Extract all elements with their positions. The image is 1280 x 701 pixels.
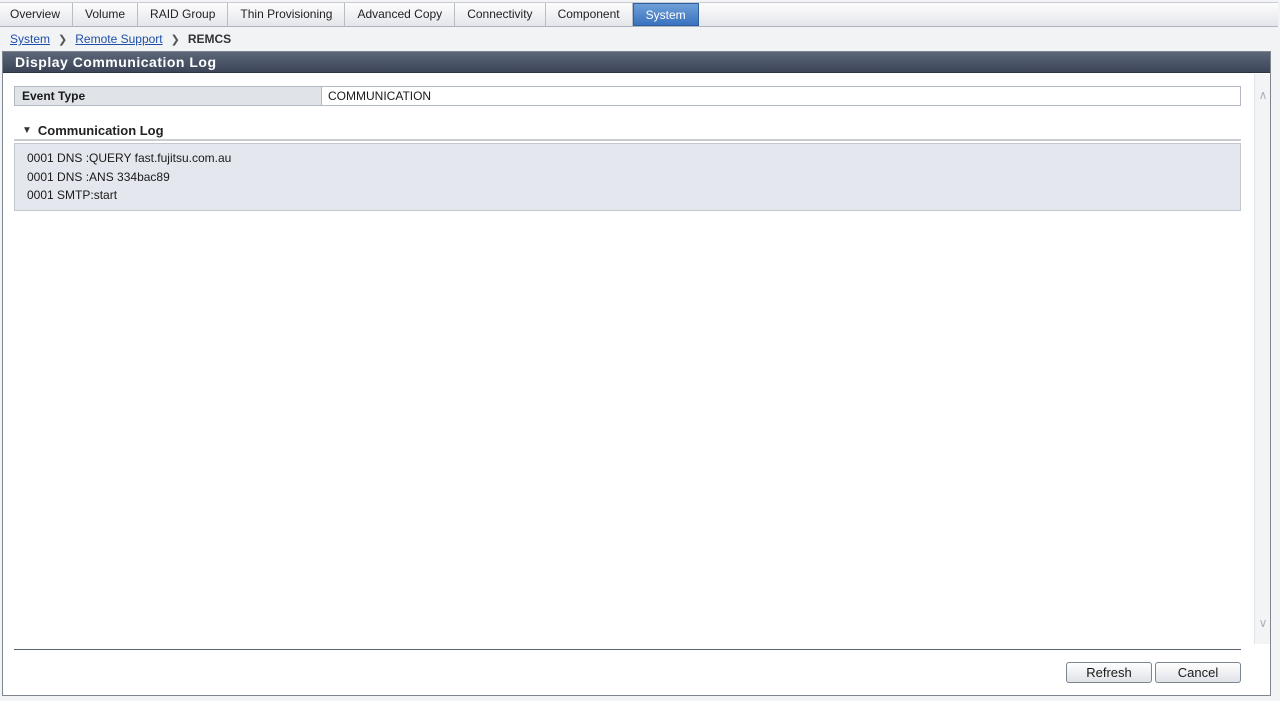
event-type-row: Event Type COMMUNICATION xyxy=(14,86,1241,106)
tab-advanced-copy[interactable]: Advanced Copy xyxy=(345,3,456,26)
vertical-scrollbar[interactable]: ∧ ∨ xyxy=(1254,74,1270,644)
chevron-right-icon: ❯ xyxy=(58,33,68,46)
communication-log-panel: Display Communication Log Event Type COM… xyxy=(2,51,1271,696)
event-type-value: COMMUNICATION xyxy=(322,87,1240,105)
main-tab-bar: Overview Volume RAID Group Thin Provisio… xyxy=(0,2,1278,27)
breadcrumb-link-system[interactable]: System xyxy=(10,32,50,46)
tab-volume[interactable]: Volume xyxy=(73,3,139,26)
breadcrumb-link-remote-support[interactable]: Remote Support xyxy=(75,32,162,46)
panel-content: Event Type COMMUNICATION ▼ Communication… xyxy=(3,74,1254,644)
breadcrumb: System ❯ Remote Support ❯ REMCS xyxy=(10,31,231,47)
chevron-up-icon[interactable]: ∧ xyxy=(1255,88,1271,102)
footer-divider xyxy=(14,649,1241,650)
triangle-down-icon[interactable]: ▼ xyxy=(22,125,32,136)
cancel-button[interactable]: Cancel xyxy=(1155,662,1241,683)
tab-raid-group[interactable]: RAID Group xyxy=(138,3,229,26)
chevron-down-icon[interactable]: ∨ xyxy=(1255,616,1271,630)
communication-log-box: 0001 DNS :QUERY fast.fujitsu.com.au 0001… xyxy=(14,143,1241,211)
tab-system[interactable]: System xyxy=(632,3,699,26)
chevron-right-icon: ❯ xyxy=(170,33,180,46)
event-type-label: Event Type xyxy=(15,87,322,105)
log-line: 0001 DNS :QUERY fast.fujitsu.com.au xyxy=(27,151,232,165)
communication-log-section-header[interactable]: ▼ Communication Log xyxy=(14,122,1241,141)
refresh-button[interactable]: Refresh xyxy=(1066,662,1152,683)
log-line: 0001 SMTP:start xyxy=(27,188,118,202)
breadcrumb-current: REMCS xyxy=(187,32,232,46)
tab-connectivity[interactable]: Connectivity xyxy=(455,3,546,26)
tab-component[interactable]: Component xyxy=(546,3,633,26)
log-line: 0001 DNS :ANS 334bac89 xyxy=(27,169,170,184)
panel-title: Display Communication Log xyxy=(3,52,1270,73)
section-title: Communication Log xyxy=(37,123,164,138)
tab-thin-provisioning[interactable]: Thin Provisioning xyxy=(228,3,346,26)
tab-overview[interactable]: Overview xyxy=(0,3,74,26)
